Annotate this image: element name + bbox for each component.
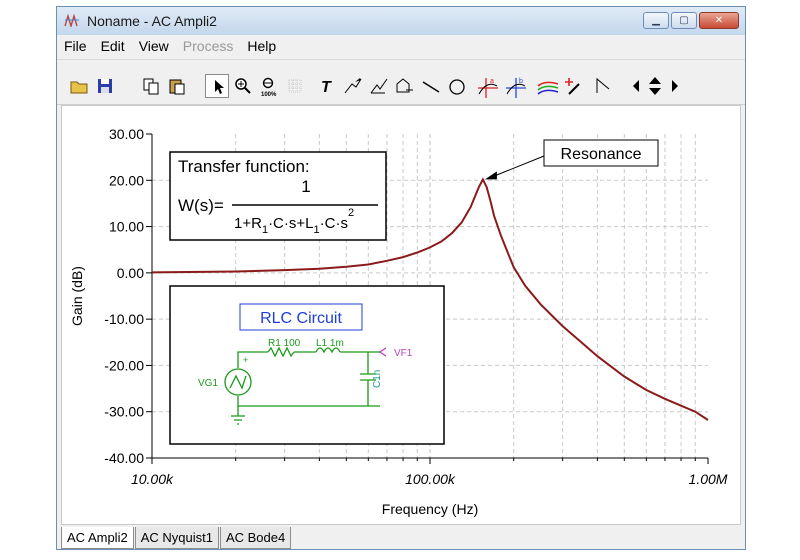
sketch-icon [396,78,413,93]
line-tool-button[interactable] [419,74,443,98]
arrow-cursor-icon [215,80,224,94]
capacitor-label: C1n [372,370,383,388]
floppy-disk-icon [98,79,112,93]
curves-color-button[interactable] [535,74,559,98]
open-file-button[interactable] [67,74,91,98]
transfer-function-heading: Transfer function: [178,157,310,176]
annotate-button[interactable] [341,74,365,98]
polyline-icon [596,77,610,93]
bode-gain-chart[interactable]: 30.00 20.00 10.00 0.00 -10.00 -20.00 -30.00 -40… [62,106,740,524]
diagram-area: 30.00 20.00 10.00 0.00 -10.00 -20.00 -30.00 -40… [61,105,741,525]
resistor-label: R1 100 [268,338,301,349]
document-tabs: AC Ampli2 AC Nyquist1 AC Bode4 [61,527,292,549]
transfer-function-lhs: W(s)= [178,196,224,215]
close-button[interactable]: ✕ [699,12,739,29]
copy-button[interactable] [139,74,163,98]
paste-button[interactable] [165,74,189,98]
pen-annotate-icon [344,78,362,94]
output-label: VF1 [394,348,413,359]
x-tick-label: 100.00k [405,471,456,487]
zoom-in-button[interactable] [231,74,255,98]
sketch-button[interactable] [393,74,417,98]
menu-edit[interactable]: Edit [94,38,132,54]
x-tick-label: 1.00M [689,471,728,487]
arrow-updown-icon [649,77,661,95]
zoom-full-button[interactable]: 100% [257,74,281,98]
rlc-circuit-box: RLC Circuit R1 100 L1 1m VG1 + VF1 C1n [169,285,445,445]
menu-process[interactable]: Process [176,38,241,54]
inductor-label: L1 1m [316,338,344,349]
paste-icon [169,79,185,95]
maximize-button[interactable]: ▢ [671,12,697,29]
resonance-arrow-line [490,155,545,178]
svg-text:a: a [490,78,494,85]
zoom-full-icon: 100% [261,77,277,98]
y-tick-label: 0.00 [117,265,144,281]
zoom-in-icon [235,78,251,94]
cursor-b-button[interactable]: b [503,74,527,98]
source-plus-label: + [243,355,248,365]
y-axis-title: Gain (dB) [69,266,85,326]
voltage-source-vg1 [224,368,252,396]
text-tool-button[interactable]: T [315,74,339,98]
svg-text:T: T [321,79,332,96]
x-tick-label: 10.00k [131,471,174,487]
annotate-2-button[interactable] [367,74,391,98]
zoom-full-label: 100% [261,92,277,98]
app-window: Noname - AC Ampli2 ▁ ▢ ✕ File Edit View … [56,6,746,550]
add-marker-button[interactable] [563,74,587,98]
pen-annotate-2-icon [370,78,388,94]
select-tool-button[interactable] [205,74,229,98]
cursor-a-button[interactable]: a [475,74,499,98]
resonance-arrow-head [484,171,497,180]
x-axis-title: Frequency (Hz) [382,501,478,517]
cursor-a-icon: a [478,78,498,98]
folder-open-icon [70,81,88,94]
cursor-b-icon: b [506,78,526,98]
source-label: VG1 [198,378,218,389]
arrow-right-icon [672,80,678,92]
ellipse-tool-button[interactable] [445,74,469,98]
grid-icon [288,79,302,93]
transfer-function-box: Transfer function:W(s)=11+R1·C·s+L1·C·s2 [169,151,387,241]
toolbar: 100% T a b [57,59,745,105]
tab-ac-nyquist1[interactable]: AC Nyquist1 [134,527,219,549]
grid-button[interactable] [283,74,307,98]
transfer-function-numerator: 1 [301,177,310,196]
menu-help[interactable]: Help [240,38,283,54]
line-tool-icon [422,81,440,93]
y-tick-label: 30.00 [109,126,144,142]
window-title: Noname - AC Ampli2 [87,13,217,29]
menu-view[interactable]: View [132,38,176,54]
minimize-button[interactable]: ▁ [643,12,669,29]
y-tick-label: 10.00 [109,219,144,235]
menu-bar: File Edit View Process Help [57,35,745,57]
tab-ac-bode4[interactable]: AC Bode4 [219,527,292,549]
menu-file[interactable]: File [57,38,94,54]
app-icon [64,13,79,27]
ellipse-tool-icon [449,79,465,95]
title-bar: Noname - AC Ampli2 ▁ ▢ ✕ [57,7,745,36]
polyline-button[interactable] [591,74,615,98]
y-tick-label: -20.00 [104,357,144,373]
tab-ac-ampli2[interactable]: AC Ampli2 [61,527,134,549]
y-tick-label: -10.00 [104,311,144,327]
scroll-right-button[interactable] [663,74,687,98]
marker-pen-icon [565,78,580,95]
save-button[interactable] [93,74,117,98]
copy-icon [143,78,159,95]
resonance-label: Resonance [561,146,642,163]
text-tool-icon: T [321,79,332,96]
y-tick-label: 20.00 [109,172,144,188]
svg-text:b: b [519,78,523,85]
color-curves-icon [537,81,559,95]
y-tick-label: -30.00 [104,404,144,420]
y-tick-label: -40.00 [104,450,144,466]
circuit-title: RLC Circuit [260,310,342,327]
